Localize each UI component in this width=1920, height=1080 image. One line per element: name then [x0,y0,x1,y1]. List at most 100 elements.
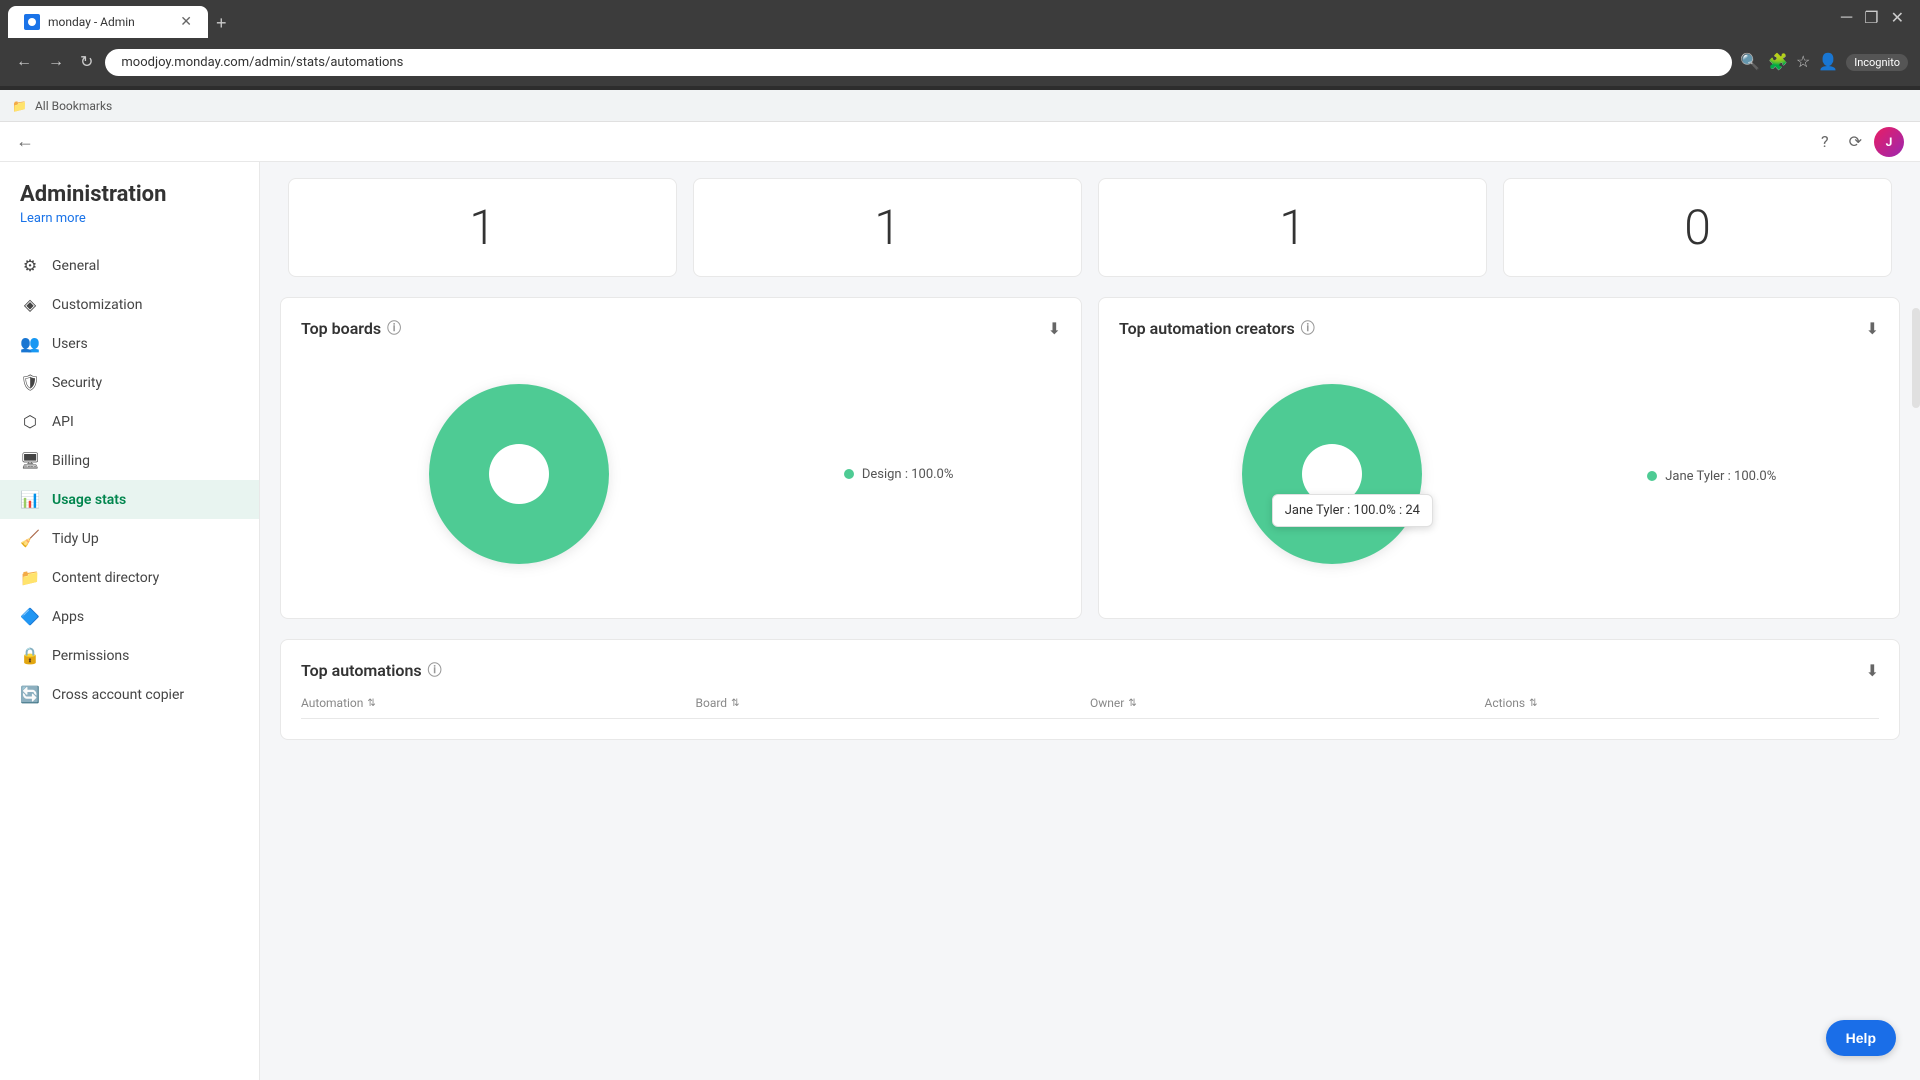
sort-icon-actions[interactable]: ⇅ [1529,698,1537,709]
all-bookmarks-label[interactable]: All Bookmarks [35,99,112,113]
address-bar[interactable]: moodjoy.monday.com/admin/stats/automatio… [105,49,1732,76]
sidebar-item-tidy-up[interactable]: 🧹 Tidy Up [0,519,259,558]
sidebar-label-permissions: Permissions [52,648,129,664]
app-topbar: ← ? ⟳ J [0,122,1920,162]
sidebar: Administration Learn more ⚙ General ◈ Cu… [0,162,260,1080]
window-controls: ─ ❐ ✕ [1841,8,1904,28]
sidebar-item-apps[interactable]: 🔷 Apps [0,597,259,636]
sidebar-item-usage-stats[interactable]: 📊 Usage stats [0,480,259,519]
table-title: Top automations ⓘ [301,660,442,680]
bookmarks-bar: 📁 All Bookmarks [0,90,1920,122]
stat-card-1: 1 [693,178,1082,277]
top-boards-legend: Design : 100.0% [844,467,954,482]
minimize-button[interactable]: ─ [1841,8,1852,28]
incognito-badge: Incognito [1846,54,1908,71]
top-creators-header: Top automation creators ⓘ ⬇ [1119,318,1879,338]
sidebar-label-users: Users [52,336,88,352]
creators-legend-item-0: Jane Tyler : 100.0% [1647,469,1776,484]
sidebar-icon-usage-stats: 📊 [20,490,40,509]
tab-close-btn[interactable]: ✕ [180,14,192,30]
sort-icon-automation[interactable]: ⇅ [367,698,375,709]
legend-item-0: Design : 100.0% [844,467,954,482]
creators-legend-dot-0 [1647,471,1657,481]
forward-nav-button[interactable]: → [44,49,68,75]
sidebar-item-security[interactable]: 🛡 Security [0,363,259,402]
maximize-button[interactable]: ❐ [1864,8,1878,28]
sidebar-item-billing[interactable]: 🖥 Billing [0,441,259,480]
sidebar-icon-customization: ◈ [20,295,40,314]
top-creators-download-icon[interactable]: ⬇ [1866,319,1879,338]
top-boards-title: Top boards ⓘ [301,318,401,338]
browser-tab[interactable]: monday - Admin ✕ [8,6,208,38]
top-boards-pie [409,364,629,584]
avatar[interactable]: J [1874,127,1904,157]
sidebar-item-customization[interactable]: ◈ Customization [0,285,259,324]
extensions-btn[interactable]: 🧩 [1768,52,1788,72]
main-content: 1 1 1 0 Top boards ⓘ ⬇ [260,162,1920,1080]
top-creators-info-icon[interactable]: ⓘ [1301,318,1315,338]
sidebar-label-security: Security [52,375,102,391]
sort-icon-board[interactable]: ⇅ [731,698,739,709]
top-creators-body: Jane Tyler : 100.0% : 24 Jane Tyler : 10… [1119,354,1879,598]
stat-value-2: 1 [1119,199,1466,256]
refresh-icon[interactable]: ⟳ [1849,132,1862,151]
sidebar-title: Administration [20,182,239,207]
top-boards-info-icon[interactable]: ⓘ [387,318,401,338]
help-button[interactable]: Help [1826,1020,1896,1056]
top-creators-legend: Jane Tyler : 100.0% [1647,469,1776,484]
close-button[interactable]: ✕ [1891,8,1904,28]
sidebar-item-api[interactable]: ⬡ API [0,402,259,441]
sidebar-label-content-directory: Content directory [52,570,159,586]
col-owner: Owner ⇅ [1090,696,1485,710]
sidebar-icon-apps: 🔷 [20,607,40,626]
sidebar-item-permissions[interactable]: 🔒 Permissions [0,636,259,675]
search-browser-btn[interactable]: 🔍 [1740,52,1760,72]
sidebar-item-users[interactable]: 👥 Users [0,324,259,363]
creators-legend-label-0: Jane Tyler : 100.0% [1665,469,1776,484]
bookmarks-icon: 📁 [12,99,27,113]
reload-button[interactable]: ↻ [76,48,97,76]
col-actions: Actions ⇅ [1485,696,1880,710]
bookmark-btn[interactable]: ☆ [1796,52,1810,72]
help-icon[interactable]: ? [1821,132,1829,151]
sort-icon-owner[interactable]: ⇅ [1128,698,1136,709]
learn-more-link[interactable]: Learn more [20,211,239,226]
stat-value-3: 0 [1524,199,1871,256]
stat-card-0: 1 [288,178,677,277]
sidebar-icon-content-directory: 📁 [20,568,40,587]
table-columns: Automation ⇅ Board ⇅ Owner ⇅ Actions ⇅ [301,696,1879,719]
stat-card-2: 1 [1098,178,1487,277]
sidebar-label-general: General [52,258,100,274]
stat-value-1: 1 [714,199,1061,256]
col-automation: Automation ⇅ [301,696,696,710]
sidebar-item-content-directory[interactable]: 📁 Content directory [0,558,259,597]
app-back-button[interactable]: ← [16,131,34,152]
sidebar-icon-users: 👥 [20,334,40,353]
sidebar-item-general[interactable]: ⚙ General [0,246,259,285]
sidebar-icon-permissions: 🔒 [20,646,40,665]
chart-tooltip: Jane Tyler : 100.0% : 24 [1272,494,1433,527]
sidebar-label-cross-account: Cross account copier [52,687,184,703]
sidebar-item-cross-account[interactable]: 🔄 Cross account copier [0,675,259,714]
table-info-icon[interactable]: ⓘ [428,660,442,680]
stat-value-0: 1 [309,199,656,256]
top-boards-download-icon[interactable]: ⬇ [1048,319,1061,338]
profile-btn[interactable]: 👤 [1818,52,1838,72]
sidebar-label-apps: Apps [52,609,84,625]
sidebar-icon-security: 🛡 [20,373,40,392]
stats-row: 1 1 1 0 [260,162,1920,277]
back-nav-button[interactable]: ← [12,49,36,75]
sidebar-label-api: API [52,414,74,430]
pie-wrapper: Jane Tyler : 100.0% : 24 [1222,364,1442,588]
tab-favicon [24,14,40,30]
tab-title: monday - Admin [48,15,172,29]
sidebar-nav: ⚙ General ◈ Customization 👥 Users 🛡 Secu… [0,234,259,1080]
legend-dot-0 [844,469,854,479]
new-tab-button[interactable]: + [216,13,227,34]
top-creators-pie [1222,364,1442,584]
top-boards-header: Top boards ⓘ ⬇ [301,318,1061,338]
sidebar-label-billing: Billing [52,453,90,469]
sidebar-header: Administration Learn more [0,162,259,234]
table-download-icon[interactable]: ⬇ [1866,661,1879,680]
charts-row: Top boards ⓘ ⬇ Design : 100.0% [260,297,1920,619]
